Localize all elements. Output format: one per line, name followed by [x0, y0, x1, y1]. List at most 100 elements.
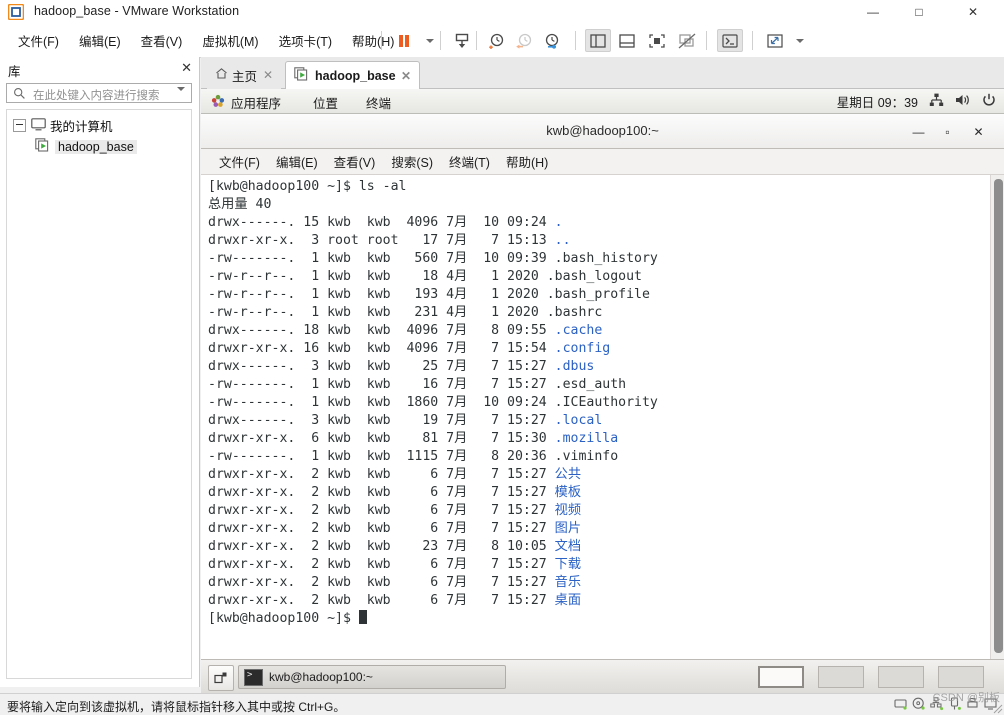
tab-hadoop-base[interactable]: hadoop_base ✕: [285, 61, 420, 89]
close-icon[interactable]: ✕: [263, 68, 273, 82]
window-title: hadoop_base - VMware Workstation: [34, 4, 240, 18]
title-bar: hadoop_base - VMware Workstation — □ ✕: [0, 0, 1004, 25]
panel-clock[interactable]: 星期日 09：39: [837, 92, 918, 111]
gnome-apps-icon[interactable]: [211, 94, 225, 111]
suspend-icon[interactable]: [392, 29, 416, 52]
terminal-icon: [244, 668, 263, 686]
maximize-button[interactable]: □: [896, 0, 942, 24]
terminal-cursor: [358, 610, 367, 624]
cd-rom-icon[interactable]: [912, 697, 926, 711]
terminal-dir-name: 文档: [554, 539, 582, 554]
taskbar-window-button[interactable]: kwb@hadoop100:~: [238, 665, 506, 689]
terminal-line: drwx------. 18 kwb kwb 4096 7月 8 09:55 .…: [208, 323, 603, 338]
terminal-menu-view[interactable]: 查看(V): [326, 150, 384, 173]
panel-menu-applications[interactable]: 应用程序: [231, 93, 281, 112]
panel-menu-terminal[interactable]: 终端: [366, 93, 391, 112]
close-icon[interactable]: ✕: [401, 69, 411, 83]
menu-view[interactable]: 查看(V): [131, 27, 193, 54]
search-input[interactable]: 在此处键入内容进行搜索: [6, 83, 192, 105]
menu-item-list: 文件(F) 编辑(E) 查看(V) 虚拟机(M) 选项卡(T) 帮助(H): [8, 24, 404, 57]
close-button[interactable]: ✕: [950, 0, 996, 24]
panel-tray: 星期日 09：39: [837, 89, 996, 114]
workspace-4[interactable]: [938, 666, 984, 688]
workspace-2[interactable]: [818, 666, 864, 688]
scrollbar-thumb[interactable]: [994, 179, 1003, 653]
toolbar-separator-3: [476, 31, 477, 50]
toolbar-separator-1: [381, 31, 382, 50]
workspace-3[interactable]: [878, 666, 924, 688]
send-ctrl-alt-del-icon[interactable]: [717, 29, 743, 52]
terminal-line: -rw-------. 1 kwb kwb 1860 7月 10 09:24 .…: [208, 395, 658, 410]
network-icon[interactable]: [929, 93, 944, 110]
stretch-caret-icon[interactable]: [788, 29, 812, 52]
vmware-icon: [7, 3, 25, 21]
show-desktop-icon[interactable]: [208, 665, 234, 691]
terminal-line: drwxr-xr-x. 2 kwb kwb 6 7月 7 15:27 桌面: [208, 593, 582, 608]
snapshot-take-icon[interactable]: [484, 29, 508, 52]
terminal-line: drwxr-xr-x. 2 kwb kwb 6 7月 7 15:27 模板: [208, 485, 582, 500]
status-bar: 要将输入定向到该虚拟机，请将鼠标指针移入其中或按 Ctrl+G。: [0, 693, 1004, 715]
close-icon[interactable]: ✕: [181, 60, 192, 76]
terminal-dir-name: 下载: [554, 557, 582, 572]
dropdown-caret-icon[interactable]: [418, 29, 442, 52]
panel-menu-places[interactable]: 位置: [313, 93, 338, 112]
terminal-output[interactable]: [kwb@hadoop100 ~]$ ls -al 总用量 40 drwx-----…: [201, 175, 1004, 659]
terminal-menu-help[interactable]: 帮助(H): [498, 150, 556, 173]
terminal-dir-name: 视频: [554, 503, 582, 518]
snapshot-manager-icon[interactable]: [540, 29, 564, 52]
terminal-line: -rw-------. 1 kwb kwb 16 7月 7 15:27 .esd…: [208, 377, 627, 392]
csdn-watermark: CSDN @别板: [932, 692, 1000, 704]
power-on-icon[interactable]: [450, 29, 474, 52]
terminal-dir-name: .config: [554, 341, 611, 356]
library-header: 库 ✕: [0, 57, 200, 81]
terminal-line: drwxr-xr-x. 3 root root 17 7月 7 15:13 ..: [208, 233, 571, 248]
snapshot-revert-icon[interactable]: [512, 29, 536, 52]
terminal-menu-edit[interactable]: 编辑(E): [268, 150, 326, 173]
terminal-minimize-button[interactable]: —: [910, 123, 927, 140]
terminal-dir-name: 图片: [554, 521, 582, 536]
terminal-scrollbar[interactable]: [990, 175, 1004, 659]
terminal-menu-terminal[interactable]: 终端(T): [441, 150, 498, 173]
minimize-button[interactable]: —: [850, 0, 896, 24]
terminal-line: drwxr-xr-x. 2 kwb kwb 23 7月 8 10:05 文档: [208, 539, 582, 554]
tree-item-label: hadoop_base: [55, 139, 137, 154]
menu-vm[interactable]: 虚拟机(M): [192, 27, 268, 54]
terminal-menu-file[interactable]: 文件(F): [211, 150, 268, 173]
fullscreen-icon[interactable]: [644, 29, 670, 52]
show-library-icon[interactable]: [585, 29, 611, 52]
stretch-icon[interactable]: [762, 29, 788, 52]
terminal-line: -rw-r--r--. 1 kwb kwb 18 4月 1 2020 .bash…: [208, 269, 642, 284]
tree-item-my-computer[interactable]: 我的计算机: [7, 115, 191, 136]
terminal-menu-search[interactable]: 搜索(S): [383, 150, 441, 173]
terminal-dir-name: .mozilla: [554, 431, 619, 446]
terminal-dir-name: .dbus: [554, 359, 595, 374]
dropdown-caret-icon[interactable]: [177, 87, 185, 105]
terminal-line: [kwb@hadoop100 ~]$ ls -al: [208, 179, 407, 194]
collapse-icon[interactable]: [13, 119, 26, 132]
tab-label: hadoop_base: [315, 68, 396, 83]
search-icon: [13, 87, 26, 103]
unity-icon[interactable]: [674, 29, 700, 52]
power-icon[interactable]: [982, 93, 996, 110]
terminal-line: drwxr-xr-x. 2 kwb kwb 6 7月 7 15:27 视频: [208, 503, 582, 518]
tree-item-hadoop-base[interactable]: hadoop_base: [7, 136, 191, 157]
terminal-line: drwxr-xr-x. 2 kwb kwb 6 7月 7 15:27 公共: [208, 467, 582, 482]
terminal-maximize-button[interactable]: ▫: [939, 123, 956, 140]
hard-disk-icon[interactable]: [894, 697, 908, 711]
menu-file[interactable]: 文件(F): [8, 27, 69, 54]
show-console-icon[interactable]: [614, 29, 640, 52]
workspace-1[interactable]: [758, 666, 804, 688]
terminal-line: drwxr-xr-x. 16 kwb kwb 4096 7月 7 15:54 .…: [208, 341, 611, 356]
tab-home[interactable]: 主页 ✕: [207, 61, 281, 89]
volume-icon[interactable]: [955, 93, 971, 110]
terminal-title-bar: kwb@hadoop100:~ — ▫ ✕: [201, 114, 1004, 149]
tab-strip: 主页 ✕ hadoop_base ✕: [201, 57, 1004, 89]
terminal-close-button[interactable]: ✕: [970, 123, 987, 140]
library-sidebar: 库 ✕ 在此处键入内容进行搜索 我的计算机 hadoop_base: [0, 57, 200, 687]
vm-running-icon: [294, 67, 310, 84]
menu-tabs[interactable]: 选项卡(T): [269, 27, 342, 54]
terminal-window: kwb@hadoop100:~ — ▫ ✕ 文件(F) 编辑(E) 查看(V) …: [201, 114, 1004, 659]
terminal-dir-name: ..: [554, 233, 571, 248]
menu-edit[interactable]: 编辑(E): [69, 27, 131, 54]
terminal-line: drwx------. 3 kwb kwb 19 7月 7 15:27 .loc…: [208, 413, 603, 428]
